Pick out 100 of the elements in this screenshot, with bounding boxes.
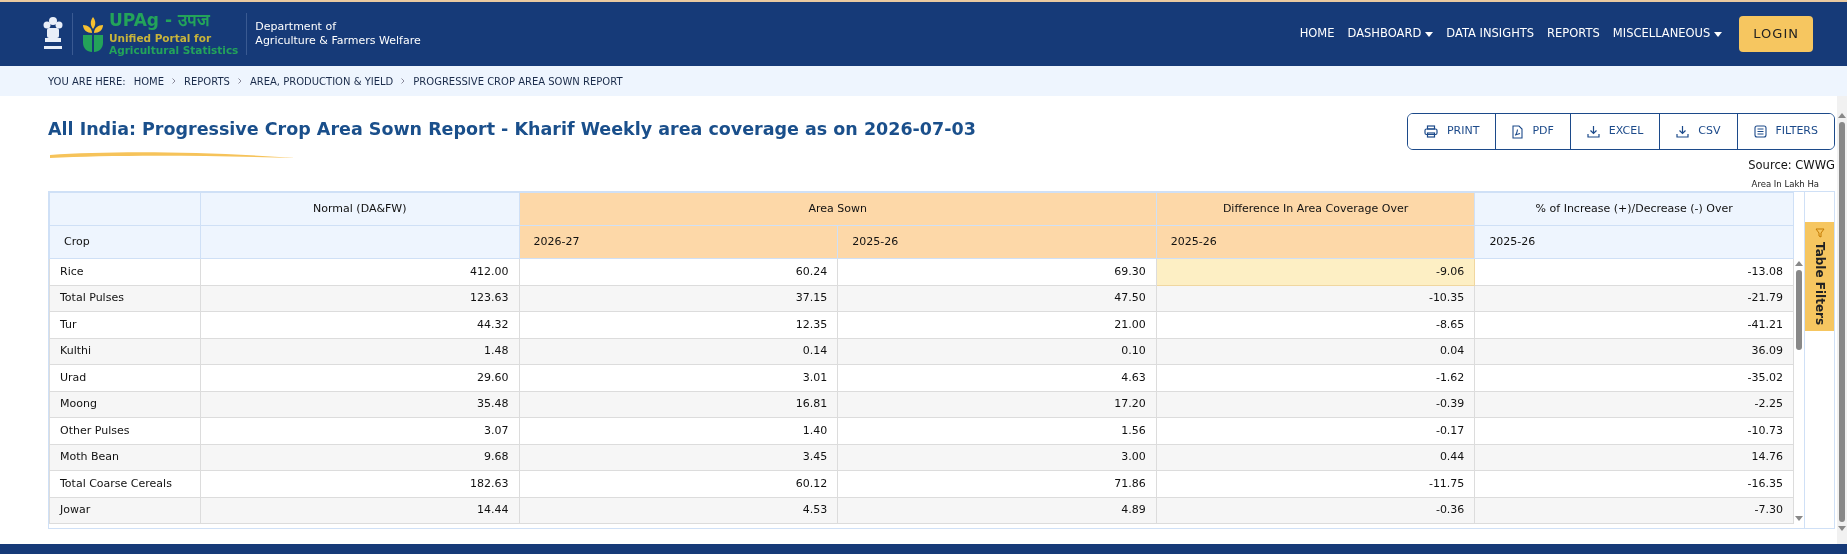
column-group-header: % of Increase (+)/Decrease (-) Over (1474, 192, 1794, 226)
nav-link[interactable]: MISCELLANEOUS (1612, 25, 1723, 43)
breadcrumb-link[interactable]: REPORTS (184, 73, 230, 89)
breadcrumb-label: YOU ARE HERE: (48, 74, 126, 89)
column-header: 2026-27 (519, 225, 838, 259)
table-filters-tab[interactable]: Table Filters (1804, 222, 1834, 332)
value-cell: 16.81 (519, 391, 838, 418)
crop-cell: Kulthi (49, 338, 201, 365)
document-icon (1512, 124, 1524, 139)
value-cell: 3.00 (837, 444, 1157, 471)
value-cell: 4.53 (519, 497, 838, 524)
value-cell: 21.00 (837, 311, 1157, 338)
column-group-header: Area Sown (519, 192, 1157, 226)
value-cell: 37.15 (519, 285, 838, 312)
value-cell: -0.39 (1156, 391, 1475, 418)
crop-cell: Total Pulses (49, 285, 201, 312)
caret-icon (1714, 31, 1723, 37)
column-header: Crop (49, 225, 201, 259)
crop-cell: Urad (49, 364, 201, 391)
value-cell: -0.36 (1156, 497, 1475, 524)
value-cell: -41.21 (1474, 311, 1794, 338)
value-cell: 4.63 (837, 364, 1157, 391)
breadcrumb-link[interactable]: PROGRESSIVE CROP AREA SOWN REPORT (413, 73, 623, 89)
value-cell: 36.09 (1474, 338, 1794, 365)
nav-link[interactable]: HOME (1299, 25, 1335, 43)
value-cell: 44.32 (200, 311, 520, 338)
department-name: Agriculture & Farmers Welfare (255, 34, 421, 48)
column-group-header: Normal (DA&FW) (200, 192, 520, 226)
chevron-icon (237, 78, 242, 84)
printer-icon (1423, 125, 1438, 138)
filter-icon (1814, 228, 1825, 238)
value-cell: 182.63 (200, 470, 520, 497)
value-cell: -11.75 (1156, 470, 1475, 497)
value-cell: 12.35 (519, 311, 838, 338)
value-cell: 1.56 (837, 417, 1157, 444)
value-cell: 60.24 (519, 258, 838, 285)
value-cell: 60.12 (519, 470, 838, 497)
caret-icon (1425, 31, 1434, 37)
value-cell: 0.14 (519, 338, 838, 365)
value-cell: 123.63 (200, 285, 520, 312)
value-cell: 1.40 (519, 417, 838, 444)
nav-link[interactable]: DATA INSIGHTS (1446, 25, 1535, 43)
value-cell: -16.35 (1474, 470, 1794, 497)
value-cell: -21.79 (1474, 285, 1794, 312)
chevron-icon (401, 78, 406, 84)
value-cell: -35.02 (1474, 364, 1794, 391)
column-header: 2025-26 (1156, 225, 1475, 259)
value-cell: 1.48 (200, 338, 520, 365)
source-note: Source: CWWG (1748, 157, 1835, 174)
filter-list-icon (1753, 125, 1767, 138)
login-button[interactable]: LOGIN (1739, 16, 1813, 52)
breadcrumb-link[interactable]: HOME (133, 73, 165, 89)
download-icon (1586, 125, 1600, 138)
value-cell: -2.25 (1474, 391, 1794, 418)
download-icon (1676, 125, 1690, 138)
crop-cell: Tur (49, 311, 201, 338)
value-cell: 412.00 (200, 258, 520, 285)
brand-name: UPAg - उपज (109, 11, 212, 29)
value-cell: -0.17 (1156, 417, 1475, 444)
value-cell: 35.48 (200, 391, 520, 418)
value-cell: -10.73 (1474, 417, 1794, 444)
crop-cell: Other Pulses (49, 417, 201, 444)
value-cell: 29.60 (200, 364, 520, 391)
value-cell: 3.45 (519, 444, 838, 471)
chevron-icon (172, 78, 177, 84)
value-cell: -9.06 (1156, 258, 1475, 285)
value-cell: 3.07 (200, 417, 520, 444)
nav-link[interactable]: REPORTS (1547, 25, 1600, 43)
value-cell: 14.76 (1474, 444, 1794, 471)
brand-tagline: Unified Portal for (109, 32, 213, 45)
value-cell: 69.30 (837, 258, 1157, 285)
column-header: 2025-26 (837, 225, 1157, 259)
breadcrumb-link[interactable]: AREA, PRODUCTION & YIELD (249, 73, 394, 89)
crop-cell: Rice (49, 258, 201, 285)
value-cell: 14.44 (200, 497, 520, 524)
value-cell: -13.08 (1474, 258, 1794, 285)
unit-note: Area In Lakh Ha (1751, 178, 1819, 191)
crop-cell: Moth Bean (49, 444, 201, 471)
value-cell: 3.01 (519, 364, 838, 391)
value-cell: 71.86 (837, 470, 1157, 497)
value-cell: -1.62 (1156, 364, 1475, 391)
value-cell: 9.68 (200, 444, 520, 471)
value-cell: 47.50 (837, 285, 1157, 312)
brand-tagline: Agricultural Statistics (109, 44, 239, 57)
crop-cell: Moong (49, 391, 201, 418)
value-cell: -7.30 (1474, 497, 1794, 524)
value-cell: 4.89 (837, 497, 1157, 524)
nav-link[interactable]: DASHBOARD (1347, 25, 1434, 43)
value-cell: 0.44 (1156, 444, 1475, 471)
crop-cell: Jowar (49, 497, 201, 524)
crop-cell: Total Coarse Cereals (49, 470, 201, 497)
column-group-header: Difference In Area Coverage Over (1156, 192, 1475, 226)
department-name: Department of (255, 20, 338, 34)
column-header: 2025-26 (1474, 225, 1794, 259)
value-cell: 0.10 (837, 338, 1157, 365)
value-cell: -10.35 (1156, 285, 1475, 312)
value-cell: -8.65 (1156, 311, 1475, 338)
toolbar-button[interactable]: PRINT (1407, 114, 1497, 149)
page-title: All India: Progressive Crop Area Sown Report - Kharif Weekly area coverage as on 2026-07-03 (48, 118, 976, 141)
value-cell: 0.04 (1156, 338, 1475, 365)
